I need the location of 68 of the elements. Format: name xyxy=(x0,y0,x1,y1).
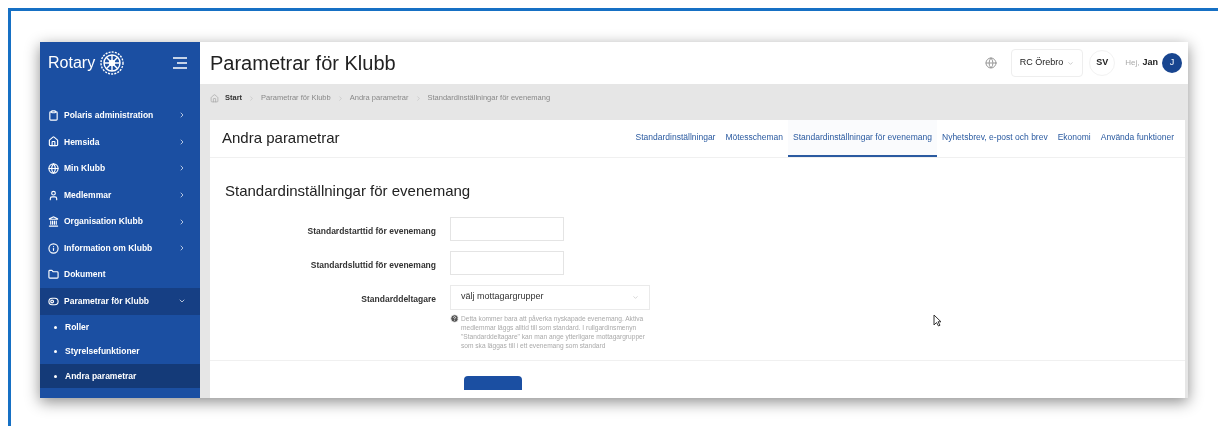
globe-icon xyxy=(48,163,59,174)
field-label: Standarddeltagare xyxy=(360,292,437,306)
submenu-item[interactable]: Roller xyxy=(40,314,200,340)
sidebar-item[interactable]: Medlemmar xyxy=(40,181,200,209)
bullet-icon xyxy=(54,350,57,353)
user-icon xyxy=(48,189,59,201)
field-label: Standardstarttid för evenemang xyxy=(306,224,437,238)
page-title: Parametrar för Klubb xyxy=(210,51,396,76)
cursor-icon xyxy=(933,314,942,327)
primary-button[interactable] xyxy=(464,376,522,391)
sidebar-item-label: Information om Klubb xyxy=(64,241,153,255)
gear-wheel-icon xyxy=(99,50,126,76)
bullet-icon xyxy=(54,374,57,378)
logo-text: Rotary xyxy=(48,53,96,73)
caret-icon xyxy=(1067,59,1075,67)
sidebar-item-label: Hemsida xyxy=(64,135,100,149)
tab[interactable]: Ekonomi xyxy=(1052,120,1096,157)
select-field[interactable]: välj mottagargrupper xyxy=(450,284,650,310)
sidebar-item-label: Dokument xyxy=(64,268,106,282)
submenu-item[interactable]: Andra parametrar xyxy=(40,363,200,389)
chevron-right-icon xyxy=(178,217,186,226)
bank-icon xyxy=(48,216,59,228)
submenu-item[interactable]: Styrelsefunktioner xyxy=(40,339,200,364)
tab[interactable]: Standardinställningar för evenemang xyxy=(788,120,937,157)
info-icon xyxy=(48,242,59,254)
sidebar-item[interactable]: Parametrar för Klubb xyxy=(40,288,200,315)
section-title: Standardinställningar för evenemang xyxy=(225,181,472,201)
home-icon[interactable] xyxy=(210,93,219,103)
chevron-right-icon xyxy=(178,111,186,120)
house-icon xyxy=(48,136,59,148)
sidebar-item[interactable]: Organisation Klubb xyxy=(40,208,200,235)
field-label: Standardsluttid för evenemang xyxy=(309,258,437,272)
help-icon xyxy=(450,313,459,323)
chevron-right-icon xyxy=(178,191,186,200)
caret-icon xyxy=(632,293,639,301)
globe-icon[interactable] xyxy=(984,57,997,69)
user-name: Jan xyxy=(1142,56,1158,70)
toggle-icon xyxy=(48,295,59,307)
folder-icon xyxy=(48,269,59,281)
sidebar-item[interactable]: Hemsida xyxy=(40,128,200,156)
clipboard-icon xyxy=(48,109,59,121)
chevron-right-icon xyxy=(178,164,186,173)
sidebar-item[interactable]: Information om Klubb xyxy=(40,234,200,262)
club-select[interactable]: RC Örebro xyxy=(1010,49,1084,77)
sidebar-item-label: Polaris administration xyxy=(64,108,154,122)
card-title: Andra parametrar xyxy=(222,128,340,149)
menu-icon[interactable] xyxy=(172,57,188,69)
sidebar-item[interactable]: Dokument xyxy=(40,261,200,289)
sidebar-item[interactable]: Min Klubb xyxy=(40,155,200,182)
tab[interactable]: Standardinställningar xyxy=(630,120,721,157)
input-field[interactable] xyxy=(450,216,564,241)
tab[interactable]: Använda funktioner xyxy=(1095,120,1179,157)
sidebar-item[interactable]: Polaris administration xyxy=(40,102,200,129)
submenu-item-label: Andra parametrar xyxy=(65,369,137,383)
input-field[interactable] xyxy=(450,250,564,275)
chevron-right-icon xyxy=(178,137,186,146)
submenu-item-label: Styrelsefunktioner xyxy=(65,345,140,358)
avatar[interactable]: J xyxy=(1162,53,1182,73)
greeting-text: Hej, xyxy=(1125,57,1140,69)
tab[interactable]: Mötesscheman xyxy=(720,120,789,157)
tab[interactable]: Nyhetsbrev, e-post och brev xyxy=(937,120,1053,157)
sidebar-item-label: Min Klubb xyxy=(64,162,106,175)
bullet-icon xyxy=(54,325,57,329)
sidebar-item-label: Organisation Klubb xyxy=(64,215,143,229)
chevron-right-icon xyxy=(178,244,186,253)
sidebar-item-label: Medlemmar xyxy=(64,188,112,202)
sidebar-item-label: Parametrar för Klubb xyxy=(64,295,150,308)
submenu-item-label: Roller xyxy=(65,320,90,334)
